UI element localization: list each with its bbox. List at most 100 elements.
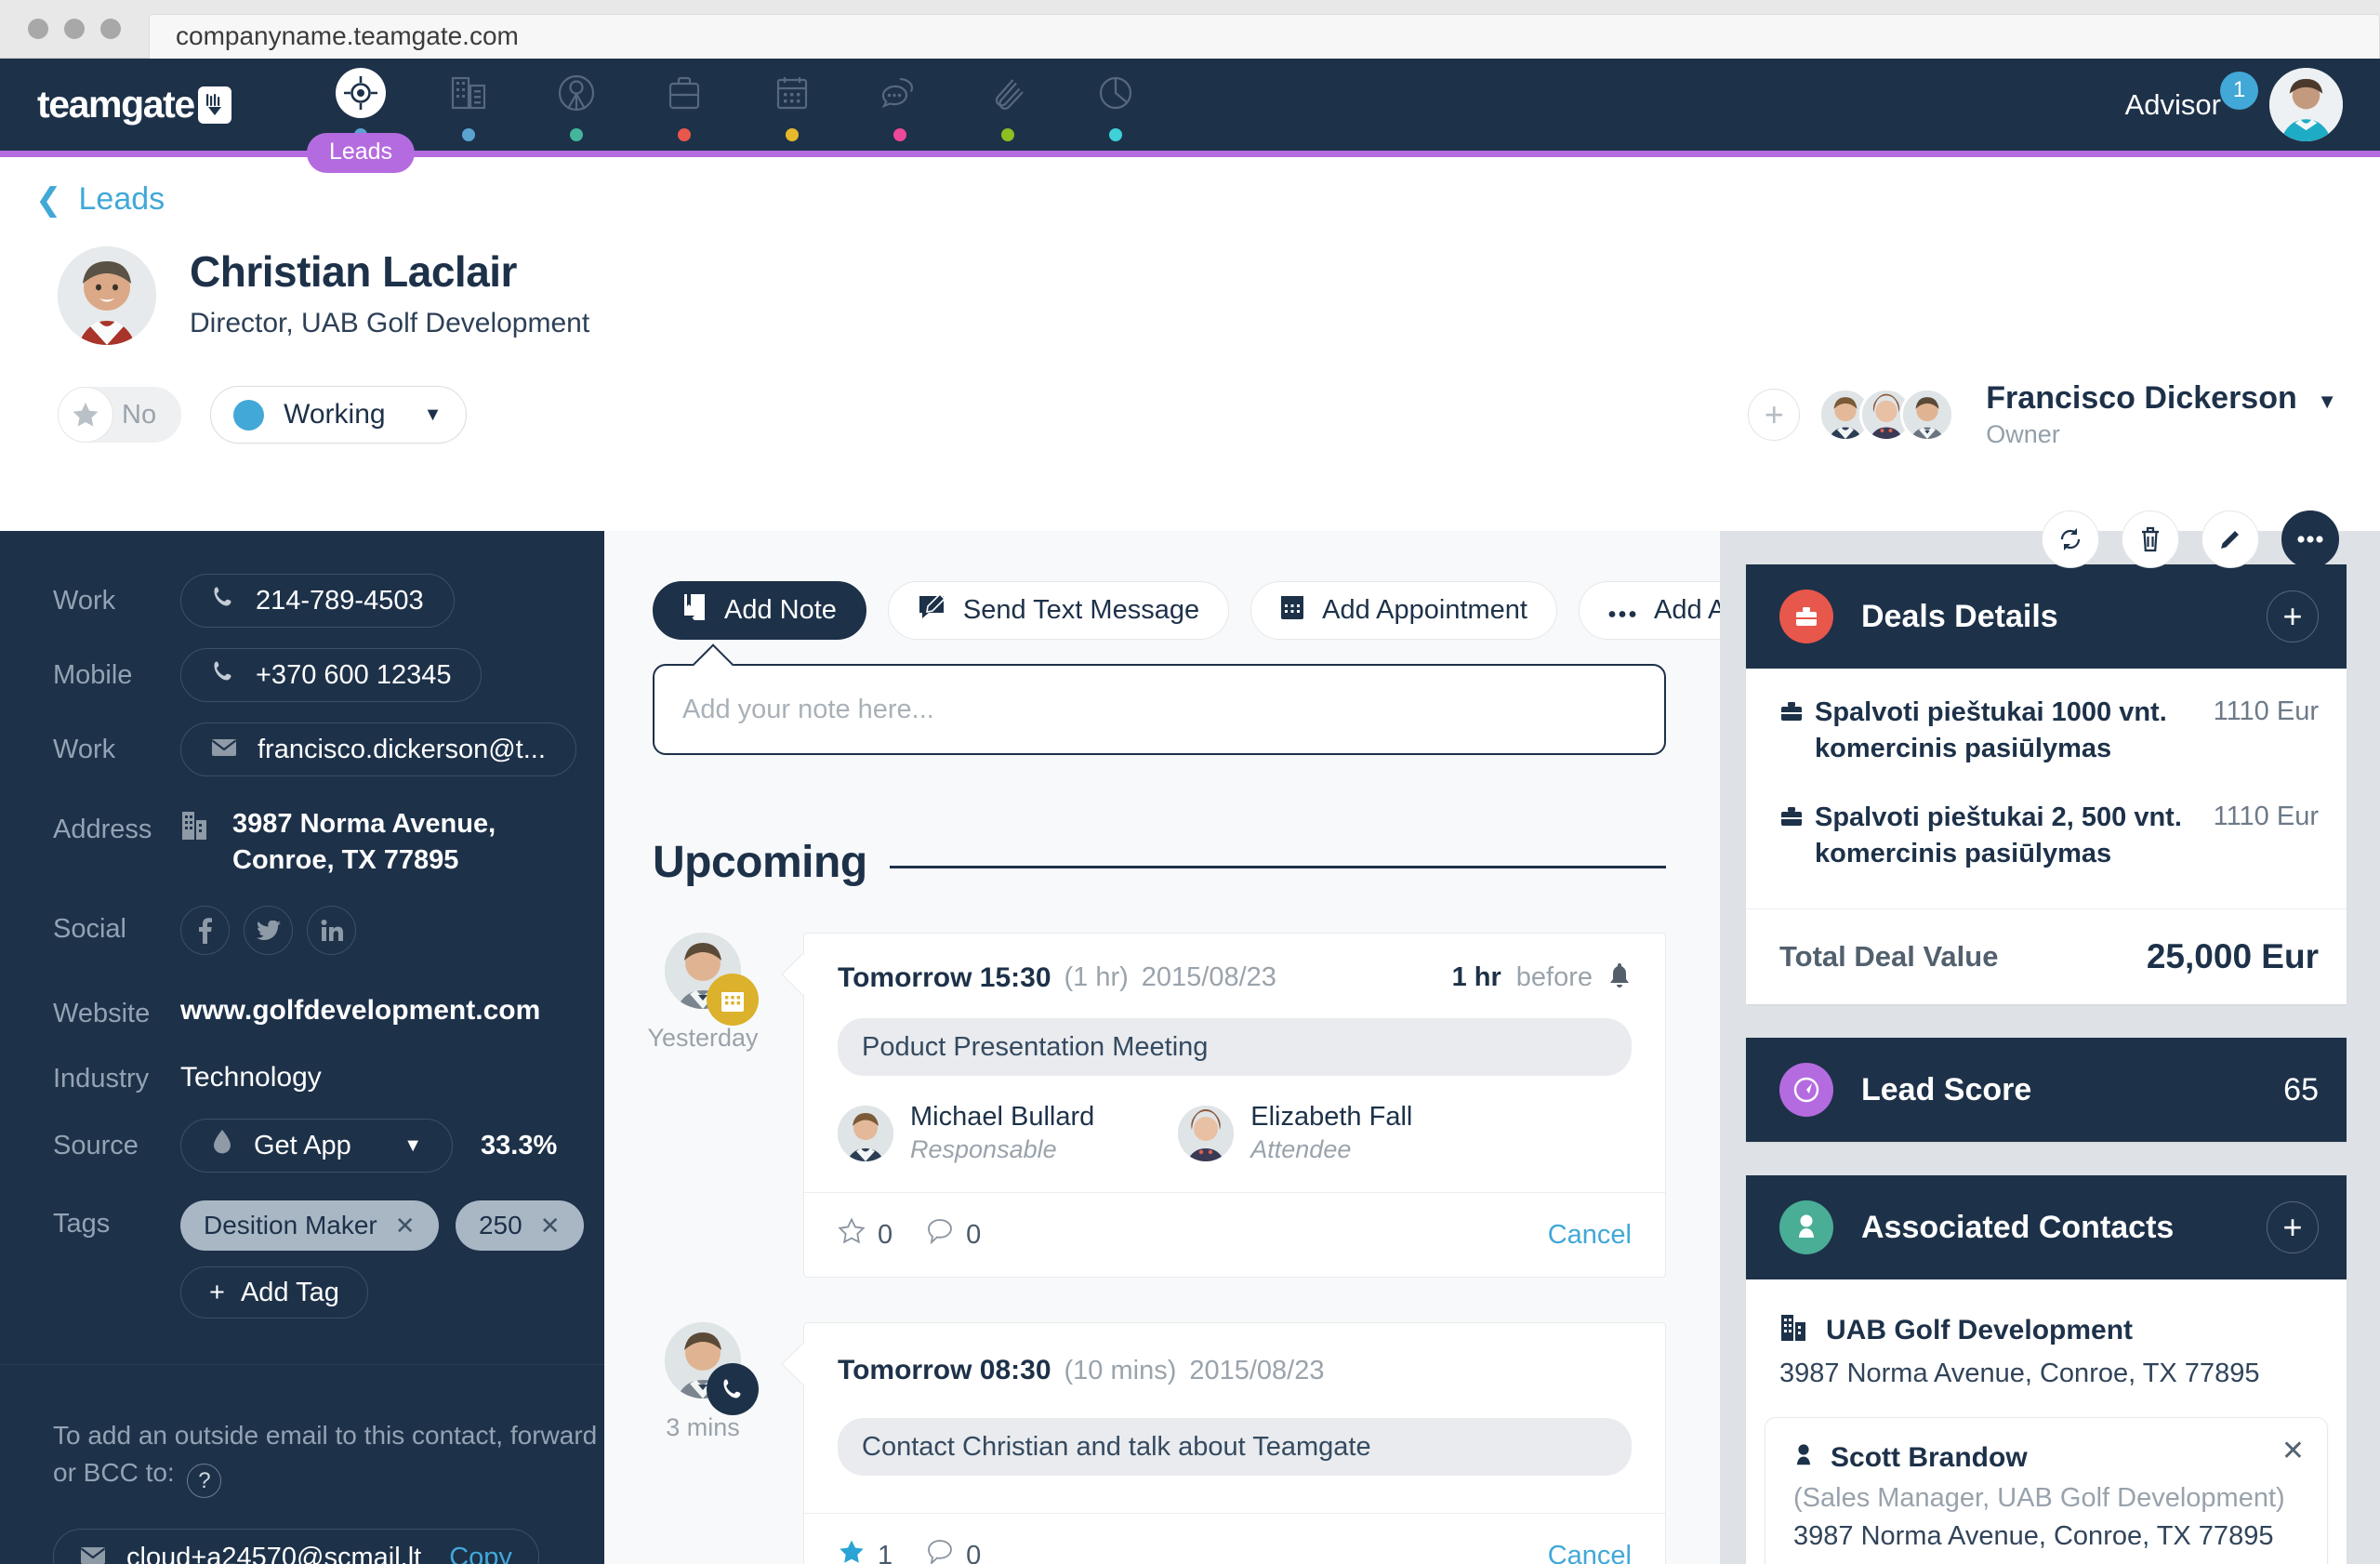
help-icon[interactable]: ?	[187, 1464, 222, 1499]
tags-group: Desition Maker ✕ 250 ✕ + Add Tag	[180, 1200, 597, 1319]
sidebar-footer: To add an outside email to this contact,…	[0, 1365, 604, 1564]
nav-item-messages[interactable]	[846, 59, 954, 151]
maximize-dot[interactable]	[100, 19, 121, 39]
breadcrumb[interactable]: ❮ Leads	[0, 181, 2380, 218]
contact-avatar[interactable]	[58, 246, 156, 345]
field-source: Source Get App ▼ 33.3%	[0, 1119, 604, 1173]
add-deal-button[interactable]: +	[2267, 590, 2319, 643]
close-icon[interactable]: ✕	[395, 1212, 416, 1240]
plus-icon: +	[209, 1277, 225, 1307]
note-input[interactable]: Add your note here...	[653, 643, 1666, 755]
close-icon[interactable]: ✕	[2281, 1435, 2305, 1467]
deal-row[interactable]: Spalvoti pieštukai 2, 500 vnt. komercini…	[1746, 800, 2347, 871]
address-bar[interactable]: companyname.teamgate.com	[149, 13, 2380, 59]
comment-stat[interactable]: 0	[926, 1538, 981, 1564]
status-dot	[233, 399, 265, 431]
note-placeholder: Add your note here...	[682, 694, 934, 724]
nav-item-calendar[interactable]	[738, 59, 846, 151]
activity-time: Tomorrow 15:30	[838, 961, 1051, 993]
close-icon[interactable]: ✕	[540, 1212, 561, 1240]
status-dropdown[interactable]: Working ▼	[210, 386, 468, 444]
add-note-button[interactable]: Add Note	[653, 581, 866, 640]
tag-label: 250	[478, 1211, 522, 1240]
associated-company[interactable]: UAB Golf Development	[1746, 1279, 2347, 1347]
field-work-email: Work francisco.dickerson@t...	[0, 722, 604, 776]
advisor-area: Advisor 1	[2125, 68, 2343, 141]
work-phone-chip[interactable]: 214-789-4503	[180, 574, 455, 628]
more-icon[interactable]	[2281, 510, 2339, 568]
window-controls[interactable]	[28, 19, 121, 39]
reminder-label: before	[1515, 962, 1593, 992]
field-label: Tags	[53, 1209, 111, 1239]
work-email-chip[interactable]: francisco.dickerson@t...	[180, 722, 576, 776]
phone-icon	[211, 659, 235, 691]
add-activity-button[interactable]: Add Activity	[1579, 581, 1720, 640]
facebook-icon[interactable]	[180, 906, 230, 956]
nav-item-companies[interactable]	[415, 59, 522, 151]
activity-card: Tomorrow 08:30 (10 mins) 2015/08/23 Cont…	[781, 1322, 1666, 1564]
source-dropdown[interactable]: Get App ▼	[180, 1119, 453, 1173]
nav-item-files[interactable]	[954, 59, 1062, 151]
owner-name-dropdown[interactable]: Francisco Dickerson ▼	[1986, 380, 2337, 417]
field-tags: Tags Desition Maker ✕ 250 ✕ + Add Tag	[0, 1200, 604, 1319]
bcc-help-text: To add an outside email to this contact,…	[53, 1417, 604, 1499]
send-text-message-button[interactable]: Send Text Message	[887, 581, 1230, 640]
attendee[interactable]: Elizabeth Fall Attendee	[1178, 1102, 1412, 1164]
copy-button[interactable]: Copy	[449, 1543, 512, 1564]
body-columns: Work 214-789-4503 Mobile +370 600 12345 …	[0, 531, 2380, 1564]
linkedin-icon[interactable]	[307, 906, 356, 956]
star-stat[interactable]: 1	[838, 1538, 892, 1564]
close-dot[interactable]	[28, 19, 48, 39]
send-text-message-label: Send Text Message	[962, 595, 1200, 625]
field-work-phone: Work 214-789-4503	[0, 574, 604, 628]
nav-item-contacts[interactable]	[522, 59, 630, 151]
nav-item-deals[interactable]	[630, 59, 738, 151]
bcc-email-chip[interactable]: cloud+a24570@scmail.lt Copy	[53, 1529, 539, 1564]
work-email-value: francisco.dickerson@t...	[258, 734, 546, 764]
bell-icon[interactable]	[1607, 961, 1632, 994]
deal-row[interactable]: Spalvoti pieštukai 1000 vnt. komercinis …	[1746, 695, 2347, 766]
add-appointment-button[interactable]: Add Appointment	[1250, 581, 1557, 640]
comment-icon	[926, 1217, 954, 1253]
cancel-link[interactable]: Cancel	[1548, 1541, 1632, 1564]
nav-item-reports[interactable]	[1062, 59, 1170, 151]
advisor-button[interactable]: Advisor 1	[2125, 71, 2258, 122]
add-tag-button[interactable]: + Add Tag	[180, 1266, 368, 1319]
favorite-toggle[interactable]: No	[58, 387, 182, 443]
nav-item-leads[interactable]: Leads	[306, 59, 416, 173]
field-label: Work	[53, 586, 116, 616]
cancel-link[interactable]: Cancel	[1548, 1220, 1632, 1251]
edit-icon[interactable]	[2202, 510, 2259, 568]
associated-contact-card[interactable]: ✕ Scott Brandow (Sales Manager, UAB Golf…	[1765, 1417, 2328, 1564]
user-avatar[interactable]	[2269, 68, 2343, 141]
tag-chip[interactable]: 250 ✕	[455, 1200, 584, 1252]
associated-contacts-header: Associated Contacts +	[1746, 1175, 2347, 1280]
owner-avatar-stack[interactable]	[1818, 388, 1955, 442]
twitter-icon[interactable]	[244, 906, 293, 956]
status-label: Working	[284, 399, 386, 430]
activity-card-footer: 1 0 Cancel	[804, 1513, 1665, 1564]
chevron-down-icon: ▼	[423, 404, 443, 425]
comment-stat[interactable]: 0	[926, 1217, 981, 1253]
phone-icon	[211, 585, 235, 616]
buildings-icon	[443, 68, 494, 118]
activity-subject: Poduct Presentation Meeting	[838, 1018, 1632, 1076]
tag-chip[interactable]: Desition Maker ✕	[180, 1200, 439, 1252]
minimize-dot[interactable]	[64, 19, 85, 39]
add-contact-button[interactable]: +	[2267, 1201, 2319, 1254]
associated-company-address: 3987 Norma Avenue, Conroe, TX 77895	[1779, 1359, 2260, 1389]
teamgate-logo[interactable]: teamgate	[37, 83, 307, 126]
add-activity-label: Add Activity	[1654, 595, 1720, 625]
deals-list: Spalvoti pieštukai 1000 vnt. komercinis …	[1746, 695, 2347, 871]
trash-icon[interactable]	[2122, 510, 2179, 568]
avatar[interactable]	[1900, 388, 1955, 442]
contact-text-block: Christian Laclair Director, UAB Golf Dev…	[190, 246, 589, 339]
attendee[interactable]: Michael Bullard Responsable	[838, 1102, 1094, 1164]
refresh-icon[interactable]	[2042, 510, 2099, 568]
owner-text: Francisco Dickerson ▼ Owner	[1986, 380, 2337, 449]
add-owner-button[interactable]: +	[1748, 389, 1801, 441]
star-stat[interactable]: 0	[838, 1217, 892, 1253]
website-value[interactable]: www.golfdevelopment.com	[180, 987, 540, 1027]
mobile-phone-chip[interactable]: +370 600 12345	[180, 648, 483, 702]
associated-contacts-panel: Associated Contacts + UAB Golf Developme…	[1746, 1175, 2347, 1564]
